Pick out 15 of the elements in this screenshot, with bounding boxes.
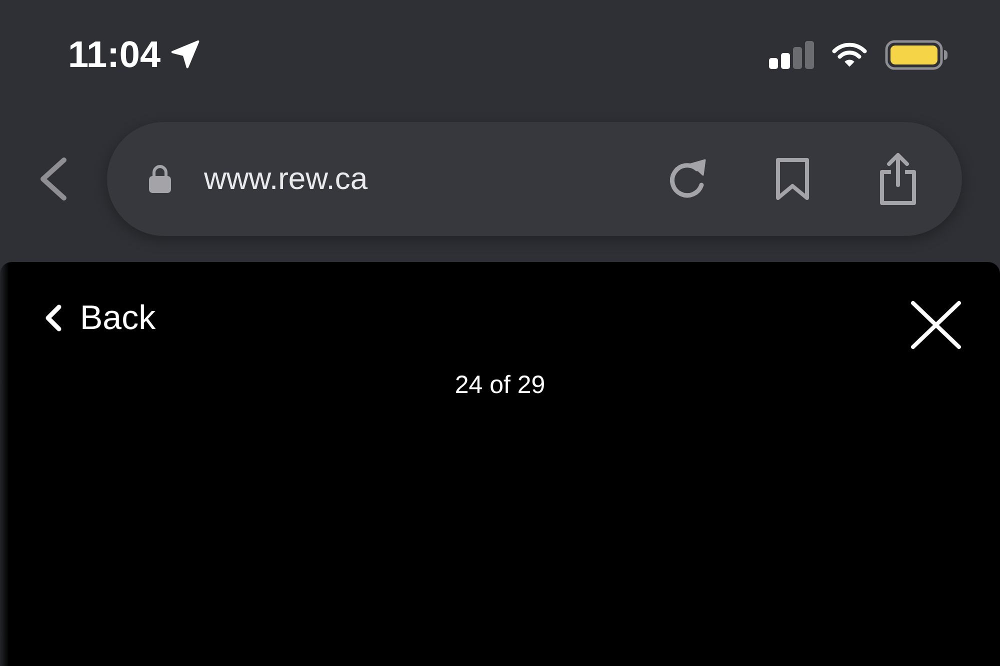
image-counter: 24 of 29 [454, 370, 546, 400]
bookmark-icon[interactable] [775, 158, 810, 200]
battery-icon [885, 40, 948, 70]
back-button[interactable]: Back [44, 300, 156, 336]
chevron-left-icon [44, 304, 62, 332]
wifi-icon [832, 42, 867, 68]
lock-icon [148, 164, 172, 194]
signal-bars-icon [769, 41, 814, 69]
close-icon[interactable] [910, 300, 962, 350]
clock-time: 11:04 [68, 35, 161, 75]
share-icon[interactable] [878, 152, 918, 206]
chevron-left-icon[interactable] [38, 157, 68, 201]
url-field[interactable]: www.rew.ca [148, 161, 368, 197]
reload-icon[interactable] [667, 158, 707, 200]
location-arrow-icon [170, 40, 201, 70]
